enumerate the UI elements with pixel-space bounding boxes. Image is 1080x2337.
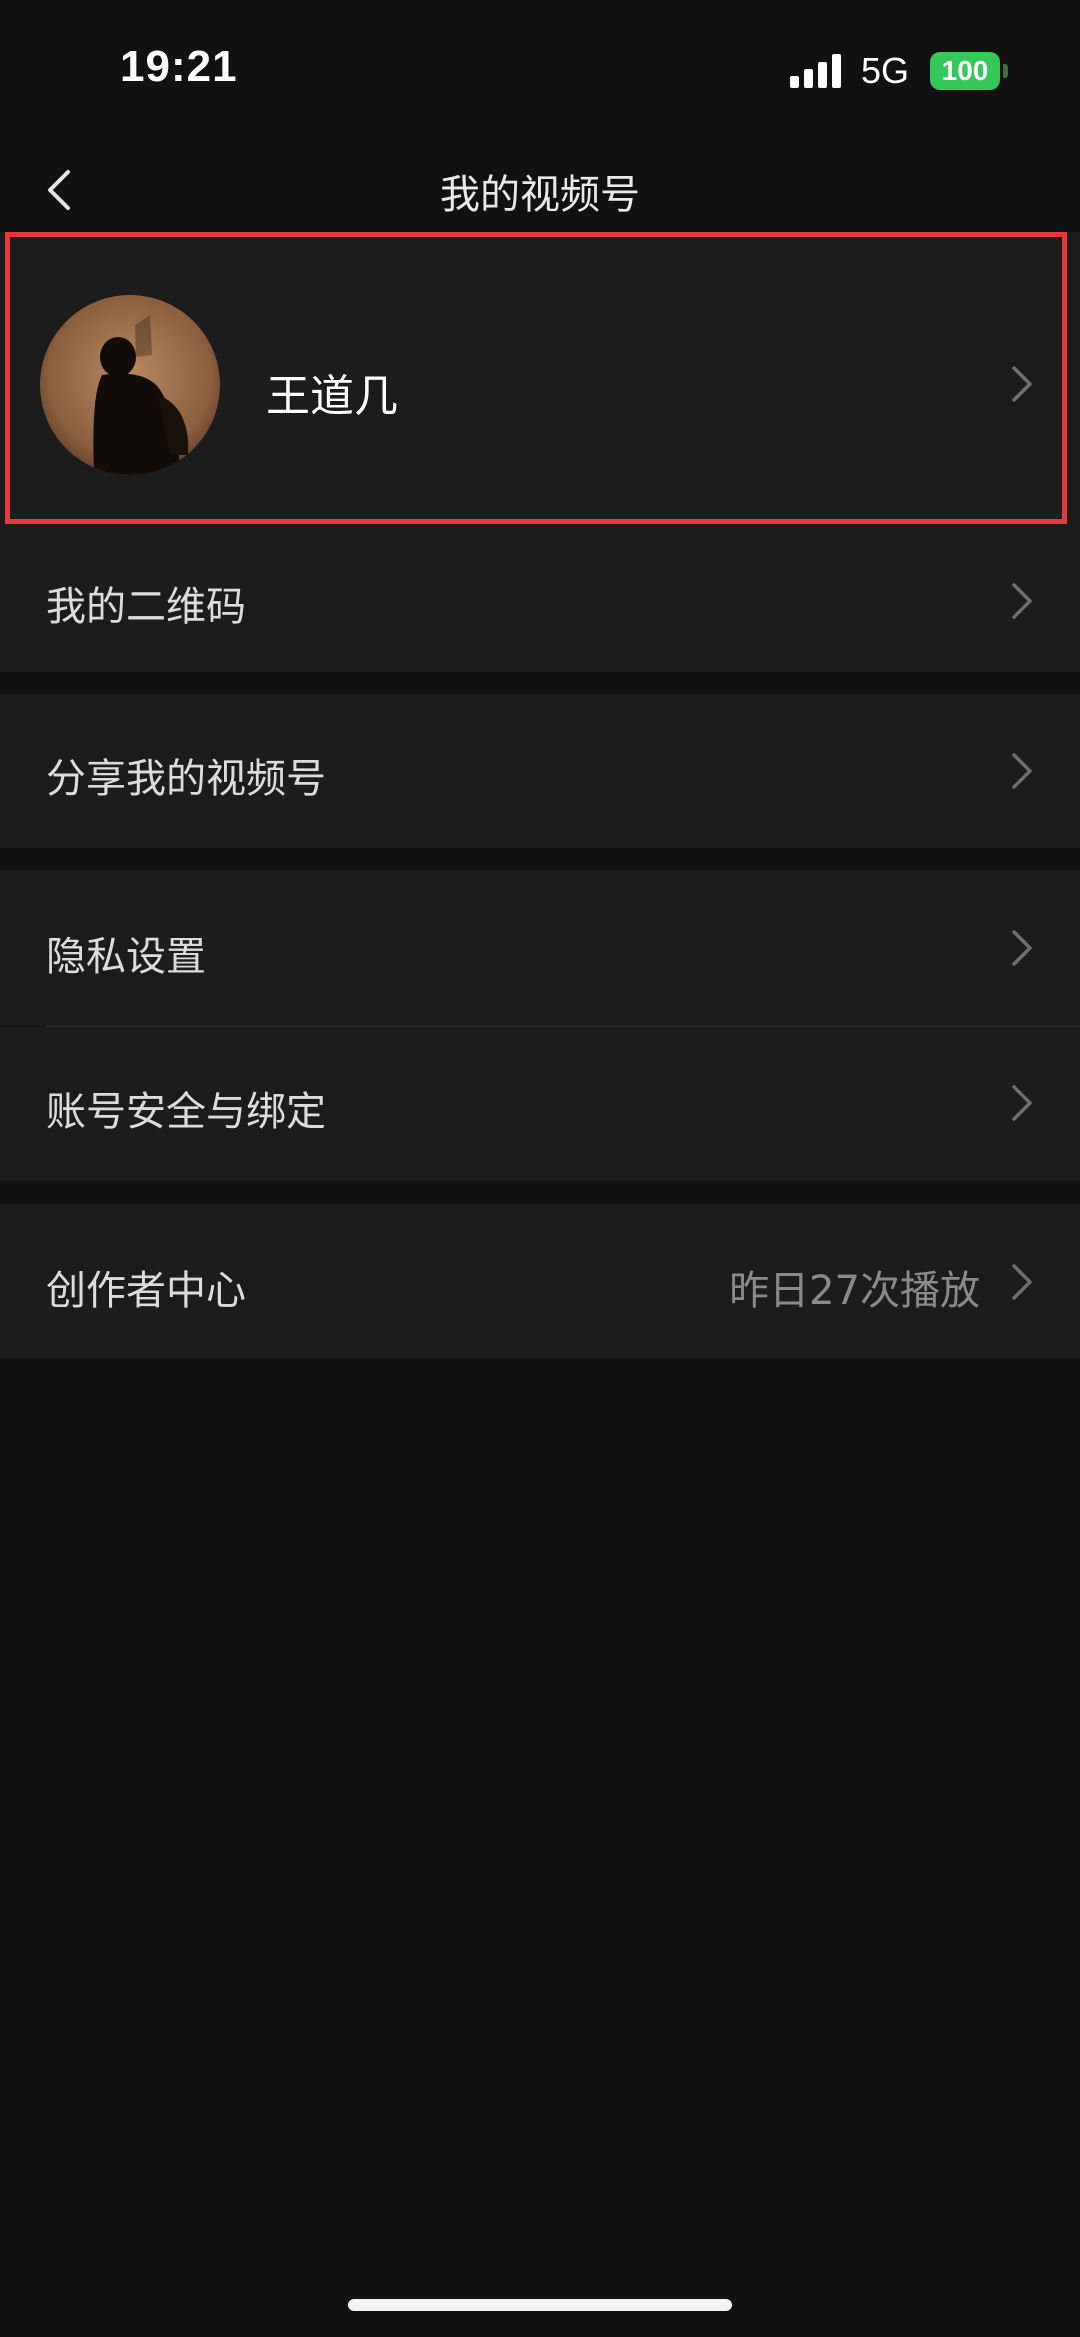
chevron-right-icon xyxy=(1012,366,1032,402)
chevron-right-icon xyxy=(1012,1264,1032,1300)
menu-item-label: 我的二维码 xyxy=(46,584,246,630)
menu-item-label: 创作者中心 xyxy=(46,1268,246,1314)
menu-item-account-security[interactable]: 账号安全与绑定 xyxy=(0,1027,1080,1181)
signal-bars-icon xyxy=(790,54,841,88)
creator-center-stats: 昨日27次播放 xyxy=(729,1268,980,1314)
battery-level: 100 xyxy=(941,55,989,86)
menu-item-label: 分享我的视频号 xyxy=(46,756,326,802)
chevron-right-icon xyxy=(1012,583,1032,619)
menu-item-privacy[interactable]: 隐私设置 xyxy=(0,870,1080,1026)
network-label: 5G xyxy=(861,50,910,91)
menu-item-creator-center[interactable]: 创作者中心 昨日27次播放 xyxy=(0,1204,1080,1358)
status-time: 19:21 xyxy=(120,42,238,91)
page-title: 我的视频号 xyxy=(440,172,640,218)
menu-item-label: 账号安全与绑定 xyxy=(46,1089,326,1135)
menu-item-share[interactable]: 分享我的视频号 xyxy=(0,694,1080,848)
avatar[interactable] xyxy=(40,295,220,475)
nav-bar: 我的视频号 xyxy=(0,140,1080,240)
chevron-right-icon xyxy=(1012,753,1032,789)
status-bar: 19:21 5G 100 xyxy=(0,0,1080,140)
chevron-right-icon xyxy=(1012,1085,1032,1121)
battery-icon: 100 xyxy=(930,52,1010,90)
profile-name: 王道几 xyxy=(266,371,398,422)
menu-item-qr-code[interactable]: 我的二维码 xyxy=(0,530,1080,672)
menu-item-label: 隐私设置 xyxy=(46,934,206,980)
chevron-right-icon xyxy=(1012,930,1032,966)
home-indicator[interactable] xyxy=(348,2299,732,2311)
